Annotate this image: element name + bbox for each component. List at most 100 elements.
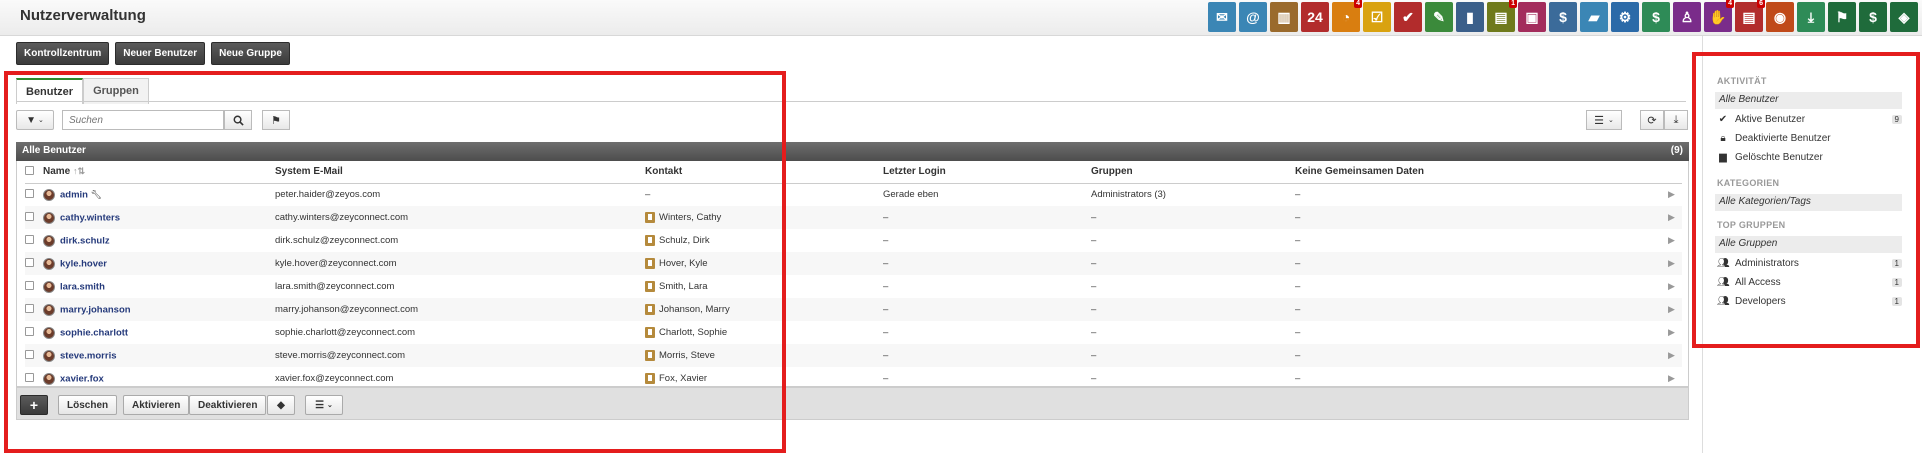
sidebar-item-group[interactable]: 👥︎ All Access 1 xyxy=(1717,277,1902,288)
search-button[interactable] xyxy=(224,110,252,130)
table-row[interactable]: kyle.hover kyle.hover@zeyconnect.com Hover… xyxy=(25,252,1682,275)
column-header-no-shared[interactable]: Keine Gemeinsamen Daten xyxy=(1295,161,1668,184)
at-icon[interactable]: @ xyxy=(1239,2,1267,32)
more-actions-button[interactable]: ☰ ⌄ xyxy=(305,395,343,415)
username-link[interactable]: admin xyxy=(60,189,88,200)
column-header-last-login[interactable]: Letzter Login xyxy=(883,161,1091,184)
tasks-icon[interactable]: ☑ xyxy=(1363,2,1391,32)
add-button[interactable]: + xyxy=(20,395,48,415)
export-button[interactable]: ⤓ xyxy=(1664,110,1688,130)
username-link[interactable]: cathy.winters xyxy=(60,212,120,223)
username-link[interactable]: xavier.fox xyxy=(60,373,104,384)
contact-link[interactable]: Morris, Steve xyxy=(659,350,715,361)
column-header-contact[interactable]: Kontakt xyxy=(645,161,883,184)
table-row[interactable]: steve.morris steve.morris@zeyconnect.com M… xyxy=(25,344,1682,367)
sidebar-item-all-users[interactable]: Alle Benutzer xyxy=(1715,92,1902,109)
row-expand-icon[interactable]: ▶ xyxy=(1668,373,1675,383)
row-expand-icon[interactable]: ▶ xyxy=(1668,350,1675,360)
truck-icon[interactable]: ▰ xyxy=(1580,2,1608,32)
table-row[interactable]: lara.smith lara.smith@zeyconnect.com Smith… xyxy=(25,275,1682,298)
username-link[interactable]: sophie.charlott xyxy=(60,327,128,338)
invoice-icon[interactable]: $ xyxy=(1859,2,1887,32)
filter-dropdown-button[interactable]: ▼ ⌄ xyxy=(16,110,54,130)
tag-dollar-icon[interactable]: ◈ xyxy=(1890,2,1918,32)
sidebar-item-deleted-users[interactable]: ▆ Gelöschte Benutzer xyxy=(1717,152,1902,163)
search-input[interactable] xyxy=(62,110,224,130)
flag-button[interactable]: ⚑ xyxy=(262,110,290,130)
gift-icon[interactable]: ▣ xyxy=(1518,2,1546,32)
tag-button[interactable]: ◆ xyxy=(267,395,295,415)
row-checkbox[interactable] xyxy=(25,326,34,336)
row-expand-icon[interactable]: ▶ xyxy=(1668,189,1675,199)
receipt-icon[interactable]: ▤ 6 xyxy=(1735,0,1765,32)
username-link[interactable]: steve.morris xyxy=(60,350,117,361)
table-row[interactable]: admin 🔧︎ peter.haider@zeyos.com – Gerade eb… xyxy=(25,183,1682,206)
column-header-email[interactable]: System E-Mail xyxy=(275,161,645,184)
username-link[interactable]: kyle.hover xyxy=(60,258,107,269)
sidebar-item-all-groups[interactable]: Alle Gruppen xyxy=(1715,236,1902,253)
delete-button[interactable]: Löschen xyxy=(58,395,118,415)
checklist-icon[interactable]: ✔ xyxy=(1394,2,1422,32)
row-checkbox[interactable] xyxy=(25,211,34,221)
sidebar-item-active-users[interactable]: ✔ Aktive Benutzer 9 xyxy=(1717,114,1902,125)
username-link[interactable]: lara.smith xyxy=(60,281,105,292)
addressbook-icon[interactable]: ▥ xyxy=(1270,2,1298,32)
column-header-name[interactable]: Name ↑⇅ xyxy=(43,161,275,184)
flag-book-icon[interactable]: ⚑ xyxy=(1828,2,1856,32)
row-expand-icon[interactable]: ▶ xyxy=(1668,212,1675,222)
deactivate-button[interactable]: Deaktivieren xyxy=(189,395,267,415)
sidebar-item-deactivated-users[interactable]: 🔒︎ Deaktivierte Benutzer xyxy=(1717,133,1902,144)
table-row[interactable]: sophie.charlott sophie.charlott@zeyconnec… xyxy=(25,321,1682,344)
new-user-button[interactable]: Neuer Benutzer xyxy=(115,42,206,65)
sidebar-item-group[interactable]: 👥︎ Administrators 1 xyxy=(1717,258,1902,269)
row-checkbox[interactable] xyxy=(25,234,34,244)
gear-icon[interactable]: ⚙ xyxy=(1611,2,1639,32)
row-expand-icon[interactable]: ▶ xyxy=(1668,235,1675,245)
bookmark-icon[interactable]: ▮ xyxy=(1456,2,1484,32)
contact-link[interactable]: Charlott, Sophie xyxy=(659,327,727,338)
contact-link[interactable]: Johanson, Marry xyxy=(659,304,730,315)
calendar-icon[interactable]: 24 xyxy=(1301,2,1329,32)
new-group-button[interactable]: Neue Gruppe xyxy=(211,42,290,65)
row-checkbox[interactable] xyxy=(25,280,34,290)
column-header-groups[interactable]: Gruppen xyxy=(1091,161,1295,184)
row-expand-icon[interactable]: ▶ xyxy=(1668,258,1675,268)
row-expand-icon[interactable]: ▶ xyxy=(1668,327,1675,337)
contact-link[interactable]: Smith, Lara xyxy=(659,281,708,292)
broadcast-icon[interactable]: ◉ xyxy=(1766,2,1794,32)
row-expand-icon[interactable]: ▶ xyxy=(1668,304,1675,314)
table-row[interactable]: dirk.schulz dirk.schulz@zeyconnect.com Sch… xyxy=(25,229,1682,252)
document-icon[interactable]: ▤ 1 xyxy=(1487,0,1517,32)
table-row[interactable]: marry.johanson marry.johanson@zeyconnect.… xyxy=(25,298,1682,321)
contact-link[interactable]: Schulz, Dirk xyxy=(659,235,710,246)
notes-icon[interactable]: ✎ xyxy=(1425,2,1453,32)
contact-link[interactable]: Fox, Xavier xyxy=(659,373,707,384)
refresh-button[interactable]: ⟳ xyxy=(1640,110,1664,130)
download-icon[interactable]: ⤓ xyxy=(1797,2,1825,32)
contact-link[interactable]: Hover, Kyle xyxy=(659,258,708,269)
table-row[interactable]: cathy.winters cathy.winters@zeyconnect.co… xyxy=(25,206,1682,229)
row-checkbox[interactable] xyxy=(25,303,34,313)
money-icon[interactable]: $ xyxy=(1642,2,1670,32)
row-checkbox[interactable] xyxy=(25,372,34,382)
user-icon[interactable]: ♙ xyxy=(1673,2,1701,32)
dollar-icon[interactable]: $ xyxy=(1549,2,1577,32)
control-center-button[interactable]: Kontrollzentrum xyxy=(16,42,110,65)
timer-icon[interactable]: ◔ 4 xyxy=(1332,0,1362,32)
mail-icon[interactable]: ✉ xyxy=(1208,2,1236,32)
activate-button[interactable]: Aktivieren xyxy=(123,395,190,415)
row-expand-icon[interactable]: ▶ xyxy=(1668,281,1675,291)
row-checkbox[interactable] xyxy=(25,188,34,198)
view-options-button[interactable]: ☰ ⌄ xyxy=(1586,110,1622,130)
row-checkbox[interactable] xyxy=(25,349,34,359)
username-link[interactable]: marry.johanson xyxy=(60,304,131,315)
sidebar-item-group[interactable]: 👥︎ Developers 1 xyxy=(1717,296,1902,307)
contact-link[interactable]: Winters, Cathy xyxy=(659,212,721,223)
handshake-icon[interactable]: ✋ 4 xyxy=(1704,0,1734,32)
sidebar-heading-categories: KATEGORIEN xyxy=(1717,178,1780,188)
username-link[interactable]: dirk.schulz xyxy=(60,235,110,246)
sidebar-item-all-categories[interactable]: Alle Kategorien/Tags xyxy=(1715,194,1902,211)
row-checkbox[interactable] xyxy=(25,257,34,267)
sidebar: AKTIVITÄT Alle Benutzer ✔ Aktive Benutze… xyxy=(1702,36,1922,453)
select-all-checkbox[interactable] xyxy=(25,165,34,175)
